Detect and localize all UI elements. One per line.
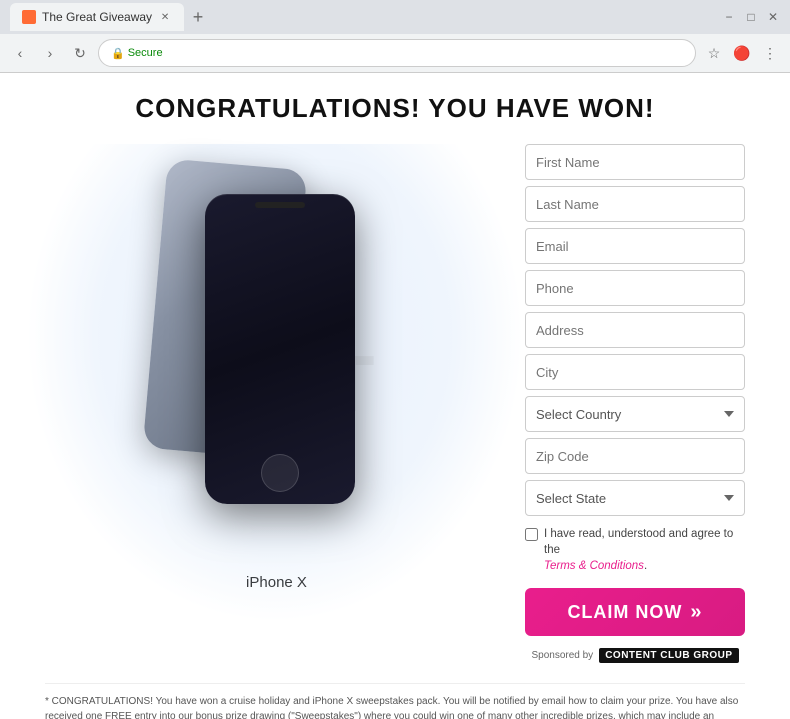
sponsored-row: Sponsored by CONTENT CLUB GROUP	[525, 648, 745, 663]
address-input[interactable]	[525, 312, 745, 348]
country-select[interactable]: Select Country United States United King…	[525, 396, 745, 432]
claim-now-button[interactable]: CLAIM NOW »	[525, 588, 745, 636]
state-select[interactable]: Select State Alabama California New York…	[525, 480, 745, 516]
last-name-input[interactable]	[525, 186, 745, 222]
reload-button[interactable]: ↻	[68, 41, 92, 65]
tab-favicon	[22, 10, 36, 24]
email-input[interactable]	[525, 228, 745, 264]
terms-checkbox[interactable]	[525, 528, 538, 541]
terms-link[interactable]: Terms & Conditions	[544, 560, 644, 572]
maximize-button[interactable]: □	[744, 10, 758, 24]
browser-titlebar: The Great Giveaway ✕ + − □ ✕	[0, 0, 790, 34]
sponsored-by-label: Sponsored by	[531, 650, 593, 661]
close-window-button[interactable]: ✕	[766, 10, 780, 24]
phone-image-area: FACT iPhone X	[45, 144, 505, 624]
registration-form: Select Country United States United King…	[525, 144, 745, 663]
content-row: FACT iPhone X	[45, 144, 745, 663]
phone-label: iPhone X	[243, 574, 307, 591]
forward-button[interactable]: ›	[38, 41, 62, 65]
menu-icon[interactable]: ⋮	[758, 41, 782, 65]
secure-label: Secure	[128, 47, 163, 59]
main-headline: CONGRATULATIONS! YOU HAVE WON!	[45, 93, 745, 124]
secure-badge: 🔒 Secure	[111, 47, 163, 60]
phone-front	[205, 194, 355, 504]
footer-disclaimer: * CONGRATULATIONS! You have won a cruise…	[45, 683, 745, 719]
address-bar[interactable]: 🔒 Secure	[98, 39, 696, 67]
zip-input[interactable]	[525, 438, 745, 474]
phone-display	[145, 144, 405, 564]
first-name-input[interactable]	[525, 144, 745, 180]
back-button[interactable]: ‹	[8, 41, 32, 65]
checkbox-label: I have read, understood and agree to the…	[544, 526, 745, 574]
phone-label-text: iPhone X	[246, 574, 307, 591]
lock-icon: 🔒	[111, 47, 125, 60]
left-column: FACT iPhone X	[45, 144, 505, 624]
minimize-button[interactable]: −	[722, 10, 736, 24]
page-inner: CONGRATULATIONS! YOU HAVE WON! FACT iP	[15, 73, 775, 719]
city-input[interactable]	[525, 354, 745, 390]
chevrons-icon: »	[690, 601, 702, 624]
phone-input[interactable]	[525, 270, 745, 306]
tab-close-button[interactable]: ✕	[158, 10, 172, 24]
browser-tab[interactable]: The Great Giveaway ✕	[10, 3, 184, 31]
claim-label: CLAIM NOW	[567, 602, 682, 623]
extension-icon[interactable]: 🔴	[730, 41, 754, 65]
window-controls: − □ ✕	[722, 10, 780, 24]
new-tab-button[interactable]: +	[184, 3, 212, 31]
tab-title: The Great Giveaway	[42, 10, 152, 24]
page-content: CONGRATULATIONS! YOU HAVE WON! FACT iP	[0, 73, 790, 719]
browser-chrome: The Great Giveaway ✕ + − □ ✕ ‹ › ↻ 🔒 Sec…	[0, 0, 790, 73]
browser-toolbar: ‹ › ↻ 🔒 Secure ☆ 🔴 ⋮	[0, 34, 790, 72]
toolbar-icons: ☆ 🔴 ⋮	[702, 41, 782, 65]
terms-checkbox-row: I have read, understood and agree to the…	[525, 526, 745, 574]
bookmark-icon[interactable]: ☆	[702, 41, 726, 65]
sponsor-name-badge: CONTENT CLUB GROUP	[599, 648, 738, 663]
